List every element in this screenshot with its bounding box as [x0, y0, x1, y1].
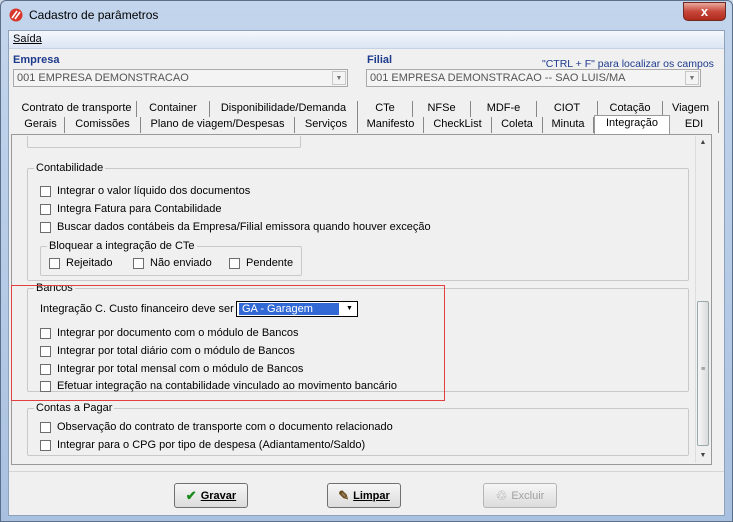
filial-value: 001 EMPRESA DEMONSTRACAO -- SAO LUIS/MA [370, 72, 626, 84]
checkbox-label: Rejeitado [66, 257, 113, 269]
checkbox-box[interactable] [133, 257, 144, 269]
trash-icon: ♲ [495, 487, 508, 503]
app-logo-icon [9, 8, 23, 22]
tab-comissoes[interactable]: Comissões [65, 117, 141, 133]
scroll-down-icon[interactable]: ▼ [696, 449, 710, 463]
checkbox-label: Integra Fatura para Contabilidade [57, 203, 222, 215]
tab-cte[interactable]: CTe [358, 101, 413, 117]
excluir-button[interactable]: ♲ Excluir [483, 483, 557, 508]
tab-nfse[interactable]: NFSe [413, 101, 471, 117]
window-title: Cadastro de parâmetros [29, 8, 159, 22]
close-button[interactable]: x [683, 2, 726, 21]
filial-select[interactable]: 001 EMPRESA DEMONSTRACAO -- SAO LUIS/MA … [366, 69, 701, 87]
checkbox-integrar-cpg[interactable]: Integrar para o CPG por tipo de despesa … [40, 439, 365, 451]
tab-container[interactable]: Container [137, 101, 210, 117]
highlight-box [11, 285, 445, 401]
group-title-contas-pagar: Contas a Pagar [34, 402, 115, 414]
filial-label: Filial [367, 54, 393, 66]
tab-contrato-transporte[interactable]: Contrato de transporte [17, 101, 137, 117]
checkbox-box[interactable] [40, 185, 51, 197]
tab-gerais[interactable]: Gerais [17, 117, 65, 133]
broom-icon: ✎ [338, 487, 350, 503]
gravar-button[interactable]: ✔ Gravar [174, 483, 248, 508]
menu-saida[interactable]: Saída [13, 33, 42, 45]
checkbox-nao-enviado[interactable]: Não enviado [133, 257, 212, 269]
tab-manifesto[interactable]: Manifesto [358, 117, 424, 133]
tab-integracao[interactable]: Integração [594, 115, 670, 134]
checkbox-label: Buscar dados contábeis da Empresa/Filial… [57, 221, 431, 233]
checkbox-observacao-contrato[interactable]: Observação do contrato de transporte com… [40, 421, 393, 433]
checkbox-box[interactable] [40, 221, 51, 233]
checkbox-buscar-dados-contabeis[interactable]: Buscar dados contábeis da Empresa/Filial… [40, 221, 431, 233]
checkmark-icon: ✔ [185, 487, 197, 503]
menu-bar: Saída [9, 31, 724, 49]
tab-minuta[interactable]: Minuta [543, 117, 594, 133]
limpar-label: Limpar [353, 489, 390, 502]
checkbox-label: Integrar para o CPG por tipo de despesa … [57, 439, 366, 451]
group-contabilidade: Contabilidade Integrar o valor líquido d… [27, 162, 689, 281]
checkbox-label: Pendente [246, 257, 294, 269]
title-bar[interactable]: Cadastro de parâmetros x [1, 1, 732, 29]
excluir-label: Excluir [511, 489, 545, 502]
vertical-scrollbar[interactable]: ▲ ≡ ▼ [695, 136, 709, 463]
client-area: Saída Empresa 001 EMPRESA DEMONSTRACAO ▼… [8, 30, 725, 516]
grip-icon: ≡ [701, 366, 706, 373]
group-title-contabilidade: Contabilidade [34, 162, 106, 174]
checkbox-rejeitado[interactable]: Rejeitado [49, 257, 112, 269]
checkbox-pendente[interactable]: Pendente [229, 257, 293, 269]
tab-mdfe[interactable]: MDF-e [471, 101, 537, 117]
checkbox-integra-fatura[interactable]: Integra Fatura para Contabilidade [40, 203, 222, 215]
checkbox-box[interactable] [229, 257, 240, 269]
tab-edi[interactable]: EDI [670, 117, 719, 133]
tab-disponibilidade[interactable]: Disponibilidade/Demanda [210, 101, 358, 117]
chevron-down-icon[interactable]: ▼ [685, 71, 699, 85]
group-title-bloquear: Bloquear a integração de CTe [47, 240, 197, 252]
chevron-down-icon[interactable]: ▼ [332, 71, 346, 85]
checkbox-box[interactable] [40, 421, 51, 433]
checkbox-label: Não enviado [150, 257, 212, 269]
group-bloquear-cte: Bloquear a integração de CTe Rejeitado N… [40, 240, 302, 276]
checkbox-box[interactable] [40, 203, 51, 215]
empresa-value: 001 EMPRESA DEMONSTRACAO [17, 72, 189, 84]
checkbox-label: Observação do contrato de transporte com… [57, 421, 393, 433]
scroll-up-icon[interactable]: ▲ [696, 136, 710, 150]
empresa-label: Empresa [13, 54, 60, 66]
checkbox-label: Integrar o valor líquido dos documentos [57, 185, 251, 197]
checkbox-integrar-valor-liquido[interactable]: Integrar o valor líquido dos documentos [40, 185, 250, 197]
checkbox-box[interactable] [40, 439, 51, 451]
limpar-button[interactable]: ✎ Limpar [327, 483, 401, 508]
tab-viagem[interactable]: Viagem [663, 101, 719, 117]
gravar-label: Gravar [200, 489, 237, 502]
checkbox-box[interactable] [49, 257, 60, 269]
main-window: Cadastro de parâmetros x Saída Empresa 0… [0, 0, 733, 522]
empresa-select[interactable]: 001 EMPRESA DEMONSTRACAO ▼ [13, 69, 348, 87]
tab-servicos[interactable]: Serviços [295, 117, 358, 133]
tab-checklist[interactable]: CheckList [424, 117, 492, 133]
previous-group [27, 136, 301, 148]
tab-plano-viagem[interactable]: Plano de viagem/Despesas [141, 117, 295, 133]
tab-coleta[interactable]: Coleta [492, 117, 543, 133]
group-contas-pagar: Contas a Pagar Observação do contrato de… [27, 402, 689, 456]
button-bar: ✔ Gravar ✎ Limpar ♲ Excluir [9, 471, 724, 515]
scrollbar-thumb[interactable]: ≡ [697, 301, 709, 446]
tab-ciot[interactable]: CIOT [537, 101, 598, 117]
